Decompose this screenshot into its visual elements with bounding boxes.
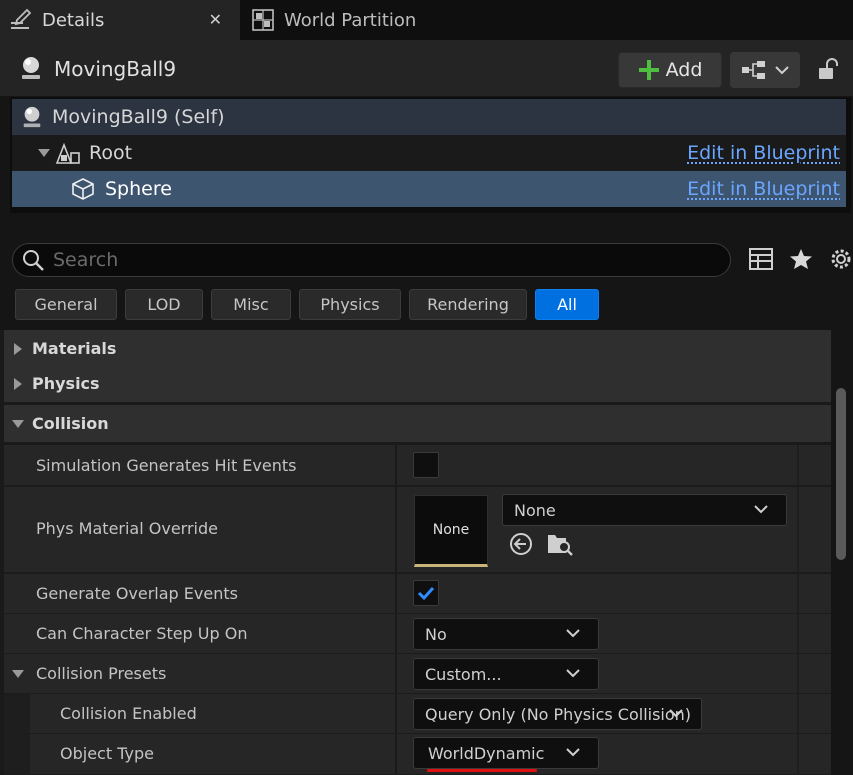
property-row: Generate Overlap Events bbox=[4, 574, 831, 614]
phys-material-dropdown[interactable]: None bbox=[502, 494, 787, 526]
chevron-down-icon bbox=[566, 748, 580, 757]
collision-enabled-dropdown[interactable]: Query Only (No Physics Collision) bbox=[413, 698, 702, 730]
search-input[interactable] bbox=[53, 249, 693, 271]
chevron-down-icon bbox=[669, 709, 683, 718]
property-row: Phys Material Override None None bbox=[4, 487, 831, 573]
category-collision[interactable]: Collision bbox=[4, 405, 831, 443]
expand-arrow-icon[interactable] bbox=[4, 377, 32, 391]
collapse-arrow-icon[interactable] bbox=[11, 669, 25, 679]
scene-root-icon bbox=[55, 142, 80, 164]
filter-misc[interactable]: Misc bbox=[211, 289, 291, 320]
property-row: Collision Presets Custom... bbox=[4, 654, 831, 694]
property-row: Object Type WorldDynamic bbox=[4, 734, 831, 775]
actor-header: MovingBall9 Add bbox=[0, 40, 853, 96]
property-label: Can Character Step Up On bbox=[36, 624, 248, 643]
edit-in-blueprint-link[interactable]: Edit in Blueprint bbox=[687, 142, 840, 164]
pencil-icon bbox=[6, 5, 36, 35]
property-label: Collision Presets bbox=[36, 664, 167, 683]
category-materials-label: Materials bbox=[32, 339, 117, 358]
category-collision-label: Collision bbox=[32, 414, 109, 433]
chevron-down-icon bbox=[566, 629, 580, 638]
chevron-down-icon bbox=[775, 66, 789, 75]
property-label: Object Type bbox=[60, 744, 154, 763]
sim-hit-events-checkbox[interactable] bbox=[413, 452, 439, 478]
category-physics[interactable]: Physics bbox=[4, 365, 831, 403]
tab-world-partition-label: World Partition bbox=[284, 9, 417, 31]
property-row: Collision Enabled Query Only (No Physics… bbox=[4, 694, 831, 734]
property-label: Collision Enabled bbox=[60, 704, 197, 723]
filter-all[interactable]: All bbox=[535, 289, 599, 320]
category-physics-label: Physics bbox=[32, 374, 100, 393]
step-up-value: No bbox=[425, 624, 447, 644]
tree-item-self[interactable]: MovingBall9 (Self) bbox=[12, 99, 846, 135]
collision-enabled-value: Query Only (No Physics Collision) bbox=[425, 704, 692, 724]
actor-icon bbox=[18, 55, 44, 85]
property-row: Simulation Generates Hit Events bbox=[4, 445, 831, 486]
chevron-down-icon bbox=[754, 505, 768, 514]
expand-arrow-icon[interactable] bbox=[37, 147, 51, 159]
scrollbar[interactable] bbox=[836, 388, 846, 560]
phys-material-value: None bbox=[514, 500, 556, 520]
property-label: Phys Material Override bbox=[36, 519, 218, 538]
add-component-button[interactable]: Add bbox=[618, 52, 722, 88]
static-mesh-icon bbox=[72, 178, 94, 200]
category-materials[interactable]: Materials bbox=[4, 330, 831, 368]
actor-name: MovingBall9 bbox=[54, 57, 177, 81]
plus-icon bbox=[638, 60, 659, 80]
blueprint-hierarchy-icon bbox=[742, 61, 765, 79]
tab-details-label: Details bbox=[42, 9, 105, 31]
filter-physics[interactable]: Physics bbox=[299, 289, 401, 320]
use-selected-asset-icon[interactable] bbox=[508, 531, 534, 557]
collapse-arrow-icon[interactable] bbox=[4, 419, 32, 429]
grid-icon bbox=[248, 5, 278, 35]
material-thumbnail[interactable]: None bbox=[414, 495, 488, 567]
tree-item-root[interactable]: Root Edit in Blueprint bbox=[12, 135, 846, 171]
tree-item-sphere[interactable]: Sphere Edit in Blueprint bbox=[12, 171, 846, 207]
property-label: Simulation Generates Hit Events bbox=[36, 456, 297, 475]
object-type-dropdown[interactable]: WorldDynamic bbox=[413, 737, 599, 769]
generate-overlap-checkbox[interactable] bbox=[413, 580, 439, 606]
tree-item-root-label: Root bbox=[89, 142, 133, 164]
add-button-label: Add bbox=[665, 59, 703, 81]
details-toolbar bbox=[748, 246, 853, 272]
settings-gear-icon[interactable] bbox=[828, 246, 853, 272]
chevron-down-icon bbox=[566, 669, 580, 678]
property-label: Generate Overlap Events bbox=[36, 584, 238, 603]
tree-item-sphere-label: Sphere bbox=[105, 178, 172, 200]
browse-asset-icon[interactable] bbox=[546, 531, 574, 557]
tree-item-self-label: MovingBall9 (Self) bbox=[52, 106, 225, 128]
collision-presets-dropdown[interactable]: Custom... bbox=[413, 658, 599, 690]
step-up-dropdown[interactable]: No bbox=[413, 618, 599, 650]
filter-rendering[interactable]: Rendering bbox=[409, 289, 527, 320]
edit-in-blueprint-link[interactable]: Edit in Blueprint bbox=[687, 178, 840, 200]
filter-general[interactable]: General bbox=[15, 289, 117, 320]
star-icon[interactable] bbox=[788, 246, 814, 272]
component-tree: MovingBall9 (Self) Root Edit in Blueprin… bbox=[10, 97, 851, 213]
error-underline bbox=[427, 769, 537, 772]
search-icon bbox=[23, 250, 44, 271]
tab-world-partition[interactable]: World Partition bbox=[242, 0, 442, 40]
blueprint-options-button[interactable] bbox=[730, 52, 800, 88]
close-icon[interactable]: ✕ bbox=[209, 10, 222, 29]
lock-icon[interactable] bbox=[817, 58, 839, 86]
property-matrix-icon[interactable] bbox=[748, 246, 774, 272]
property-grid: Materials Physics Collision Simulation G… bbox=[0, 330, 831, 775]
filter-tabs: General LOD Misc Physics Rendering All bbox=[15, 289, 599, 320]
checkmark-icon bbox=[417, 586, 435, 601]
property-row: Can Character Step Up On No bbox=[4, 614, 831, 654]
actor-icon bbox=[23, 106, 41, 128]
collision-presets-value: Custom... bbox=[425, 664, 502, 684]
search-bar bbox=[12, 243, 731, 277]
tab-bar: Details ✕ World Partition bbox=[0, 0, 853, 40]
expand-arrow-icon[interactable] bbox=[4, 342, 32, 356]
object-type-value: WorldDynamic bbox=[428, 743, 545, 763]
tab-details[interactable]: Details ✕ bbox=[0, 0, 240, 40]
filter-lod[interactable]: LOD bbox=[125, 289, 203, 320]
